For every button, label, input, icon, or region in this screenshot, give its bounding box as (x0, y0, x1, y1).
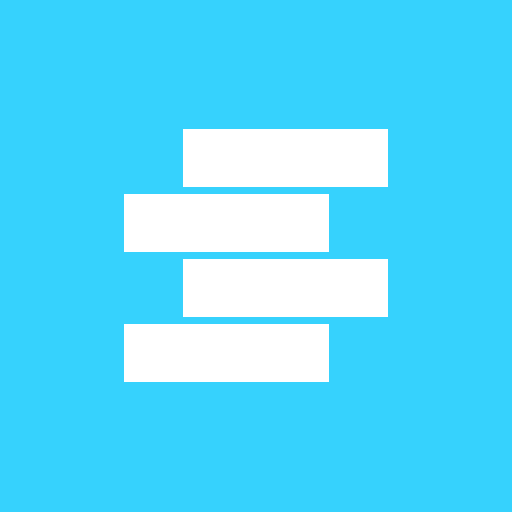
logo-bar-1 (183, 129, 388, 187)
logo-bar-3 (183, 259, 388, 317)
logo-bar-4 (124, 324, 329, 382)
app-icon (0, 0, 512, 512)
logo-bar-2 (124, 194, 329, 252)
